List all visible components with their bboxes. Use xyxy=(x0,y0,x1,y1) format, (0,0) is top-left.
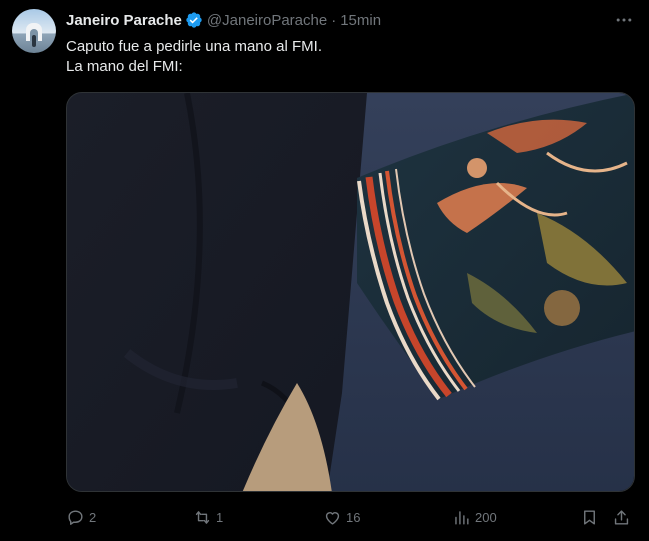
share-button[interactable] xyxy=(612,505,631,529)
author-avatar[interactable] xyxy=(12,9,56,53)
heart-icon xyxy=(325,511,340,525)
like-count: 16 xyxy=(346,509,361,525)
reply-count: 2 xyxy=(89,509,97,525)
bookmark-button[interactable] xyxy=(580,505,599,529)
avatar-figure xyxy=(32,35,36,47)
separator-dot: · xyxy=(331,11,337,29)
tweet-text-line-2: La mano del FMI: xyxy=(66,58,183,75)
share-icon xyxy=(614,509,629,525)
reply-icon xyxy=(68,509,83,525)
tweet-photo[interactable] xyxy=(66,92,635,492)
author-name[interactable]: Janeiro Parache xyxy=(66,12,182,29)
tweet-text: Caputo fue a pedirle una mano al FMI. La… xyxy=(66,37,322,77)
tweet-timestamp[interactable]: 15min xyxy=(340,12,381,29)
views-button[interactable]: 200 xyxy=(452,505,497,529)
verified-badge-icon xyxy=(185,11,203,29)
tweet-card[interactable]: Janeiro Parache @JaneiroParache · 15min … xyxy=(0,0,649,541)
like-button[interactable]: 16 xyxy=(323,505,360,529)
repost-count: 1 xyxy=(216,509,224,525)
tweet-text-line-1: Caputo fue a pedirle una mano al FMI. xyxy=(66,38,322,55)
repost-icon xyxy=(195,510,210,524)
repost-button[interactable]: 1 xyxy=(193,505,223,529)
views-count: 200 xyxy=(475,509,497,525)
more-options-icon[interactable] xyxy=(612,10,636,30)
views-chart-icon xyxy=(455,510,469,525)
bookmark-icon xyxy=(584,509,595,525)
tweet-header: Janeiro Parache @JaneiroParache · 15min xyxy=(66,10,381,30)
reply-button[interactable]: 2 xyxy=(66,505,96,529)
author-handle[interactable]: @JaneiroParache xyxy=(207,12,327,29)
photo-illustration xyxy=(67,93,634,491)
action-bar: 2 1 16 200 xyxy=(66,505,637,529)
